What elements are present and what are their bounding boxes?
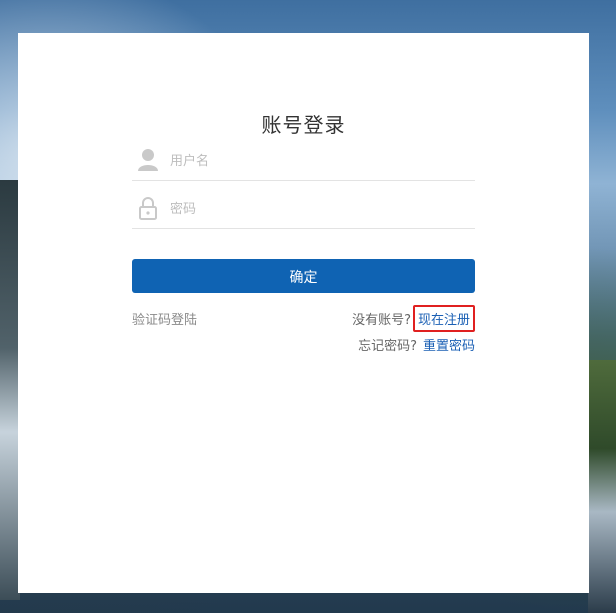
- login-card: 账号登录 确定 验证码登陆 没有账号? 现在注册 忘记密码? 重置密码: [18, 33, 589, 593]
- page-title: 账号登录: [261, 113, 346, 137]
- user-icon: [137, 148, 159, 172]
- sms-login-link[interactable]: 验证码登陆: [132, 309, 197, 328]
- reset-row: 忘记密码? 重置密码: [358, 335, 475, 354]
- confirm-button[interactable]: 确定: [132, 259, 475, 293]
- background-rocks-left: [0, 180, 20, 600]
- reset-password-link[interactable]: 重置密码: [423, 335, 475, 354]
- forgot-password-text: 忘记密码?: [358, 339, 417, 354]
- username-input[interactable]: [170, 150, 460, 172]
- password-field: [132, 194, 475, 229]
- no-account-text: 没有账号?: [352, 312, 411, 328]
- register-row: 没有账号? 现在注册: [352, 304, 475, 332]
- register-link[interactable]: 现在注册: [412, 304, 475, 332]
- lock-icon: [137, 196, 159, 220]
- username-field: [132, 146, 475, 181]
- background-rocks-right: [588, 360, 616, 613]
- password-input[interactable]: [170, 198, 460, 220]
